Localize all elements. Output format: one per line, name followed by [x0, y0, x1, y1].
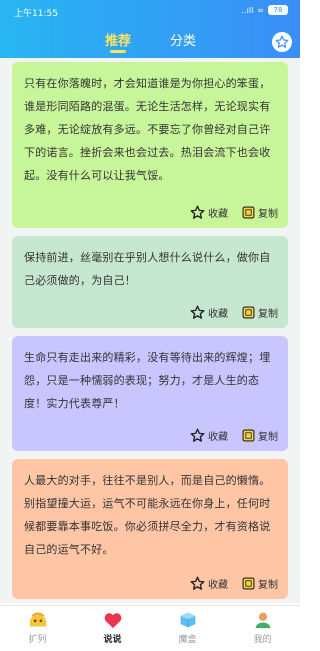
collect-label: 收藏	[208, 309, 228, 320]
top-header: 上午11:55 ..ıll ≈ 78 推荐 分类	[0, 0, 300, 58]
copy-label: 复制	[258, 209, 278, 220]
star-icon	[190, 205, 205, 219]
copy-icon	[242, 577, 255, 590]
card-actions: 收藏 复制	[190, 305, 278, 320]
active-tab-indicator	[110, 50, 126, 53]
card-actions: 收藏 复制	[190, 205, 278, 220]
quote-card: 只有在你落魄时，才会知道谁是为你担心的笨蛋，谁是形同陌路的混蛋。无论生活怎样，无…	[12, 62, 288, 228]
collect-button[interactable]: 收藏	[190, 428, 228, 443]
nav-label: 说说	[103, 635, 122, 645]
copy-button[interactable]: 复制	[242, 576, 278, 591]
smile-face-icon	[29, 612, 46, 627]
quote-card: 生命只有走出来的精彩，没有等待出来的辉煌；埋怨，只是一种懦弱的表现；努力，才是人…	[12, 336, 288, 451]
nav-label: 我的	[253, 635, 272, 645]
nav-item-mine[interactable]: 我的	[225, 606, 300, 651]
user-icon	[255, 612, 270, 629]
nav-label: 魔盒	[178, 635, 197, 645]
collect-label: 收藏	[208, 432, 228, 443]
cube-icon	[180, 612, 195, 628]
battery-icon: 78	[268, 5, 288, 15]
copy-icon	[242, 429, 255, 442]
tab-recommend[interactable]: 推荐	[105, 30, 131, 49]
collect-button[interactable]: 收藏	[190, 305, 228, 320]
card-actions: 收藏 复制	[190, 576, 278, 591]
collect-label: 收藏	[208, 209, 228, 220]
bottom-nav: 扩列 说说 魔盒 我的	[0, 605, 300, 651]
copy-label: 复制	[258, 309, 278, 320]
signal-icon: ..ıll	[241, 5, 254, 15]
card-actions: 收藏 复制	[190, 428, 278, 443]
copy-label: 复制	[258, 580, 278, 591]
quote-card: 保持前进，丝毫别在乎别人想什么说什么，做你自己必须做的，为自己！ 收藏 复制	[12, 236, 288, 328]
quote-card: 人最大的对手，往往不是别人，而是自己的懒惰。别指望撞大运，运气不可能永远在你身上…	[12, 459, 288, 599]
status-time: 上午11:55	[14, 9, 58, 19]
quote-text: 保持前进，丝毫别在乎别人想什么说什么，做你自己必须做的，为自己！	[24, 251, 271, 287]
collect-button[interactable]: 收藏	[190, 576, 228, 591]
collect-label: 收藏	[208, 580, 228, 591]
heart-icon	[104, 613, 121, 629]
quote-text: 生命只有走出来的精彩，没有等待出来的辉煌；埋怨，只是一种懦弱的表现；努力，才是人…	[24, 351, 271, 410]
wifi-icon: ≈	[257, 5, 264, 15]
star-icon	[275, 35, 289, 48]
copy-icon	[242, 206, 255, 219]
collect-button[interactable]: 收藏	[190, 205, 228, 220]
copy-button[interactable]: 复制	[242, 205, 278, 220]
star-icon	[190, 576, 205, 590]
copy-button[interactable]: 复制	[242, 305, 278, 320]
nav-item-mohe[interactable]: 魔盒	[150, 606, 225, 651]
nav-item-kuolie[interactable]: 扩列	[0, 606, 75, 651]
copy-icon	[242, 306, 255, 319]
copy-label: 复制	[258, 432, 278, 443]
star-icon	[190, 428, 205, 442]
nav-label: 扩列	[28, 635, 47, 645]
nav-item-shuoshuo[interactable]: 说说	[75, 606, 150, 651]
quote-text: 人最大的对手，往往不是别人，而是自己的懒惰。别指望撞大运，运气不可能永远在你身上…	[24, 474, 271, 556]
star-icon	[190, 305, 205, 319]
tab-bar: 推荐 分类	[0, 30, 300, 54]
copy-button[interactable]: 复制	[242, 428, 278, 443]
quote-text: 只有在你落魄时，才会知道谁是为你担心的笨蛋，谁是形同陌路的混蛋。无论生活怎样，无…	[24, 77, 271, 182]
favorites-button[interactable]	[272, 32, 292, 52]
tab-category[interactable]: 分类	[170, 30, 196, 49]
status-bar: 上午11:55 ..ıll ≈ 78	[0, 0, 300, 22]
status-icons: ..ıll ≈ 78	[242, 5, 288, 15]
